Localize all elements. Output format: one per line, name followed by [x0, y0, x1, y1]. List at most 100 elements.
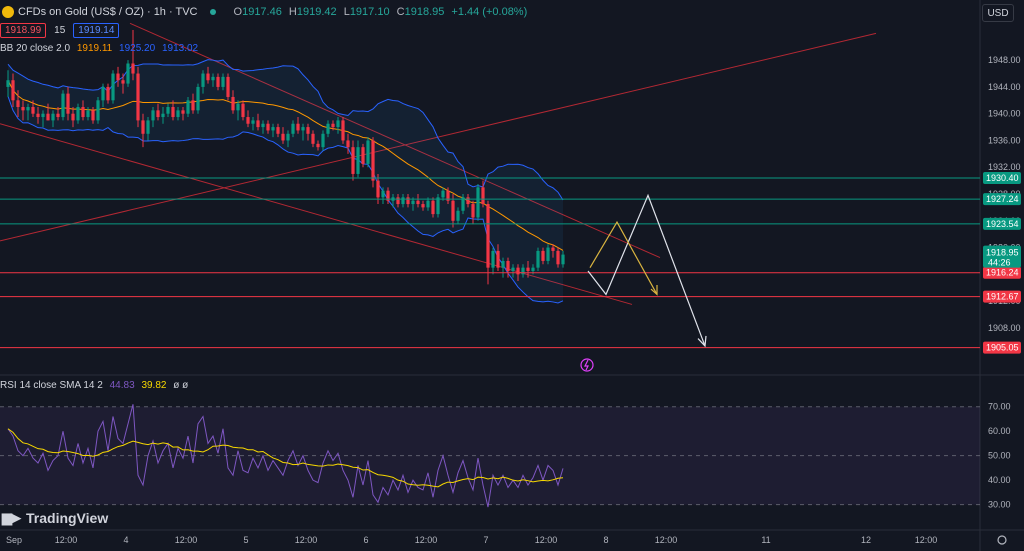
last-price-label: 1918.95	[986, 248, 1019, 258]
lightning-glyph	[584, 359, 589, 371]
currency-selector[interactable]: USD	[982, 4, 1014, 22]
candle-body	[401, 197, 405, 205]
candle-body	[296, 123, 300, 131]
rsi-legend[interactable]: RSI 14 close SMA 14 2 44.83 39.82 ø ø	[0, 380, 188, 391]
candle-body	[476, 187, 480, 218]
candle-body	[171, 107, 175, 118]
candle-body	[151, 110, 155, 121]
candle-body	[51, 113, 55, 121]
level-label: 1916.24	[986, 268, 1019, 278]
candle-body	[6, 80, 10, 87]
candle-body	[411, 200, 415, 205]
candle-body	[346, 140, 350, 148]
candle-body	[456, 210, 460, 221]
brand-name: TradingView	[26, 510, 109, 526]
candle-body	[66, 93, 70, 114]
candle-body	[371, 140, 375, 181]
candle-body	[176, 110, 180, 118]
candle-body	[331, 123, 335, 128]
rsi-sma-value: 39.82	[141, 380, 167, 391]
bb-basis-value: 1919.11	[76, 43, 113, 54]
price-tick-label: 1948.00	[988, 55, 1021, 65]
candle-body	[61, 93, 65, 118]
candle-body	[216, 76, 220, 87]
price-tick-label: 1944.00	[988, 82, 1021, 92]
time-tick-label: Sep	[6, 535, 22, 545]
candle-body	[141, 120, 145, 134]
level-label: 1905.05	[986, 343, 1019, 353]
tradingview-logo-icon: ▆▶	[2, 510, 21, 525]
chart-svg[interactable]: 1948.001944.001940.001936.001932.001928.…	[0, 0, 1024, 551]
candle-body	[41, 113, 45, 118]
time-tick-label: 12:00	[175, 535, 198, 545]
candle-body	[226, 76, 230, 97]
candle-body	[436, 197, 440, 215]
tradingview-logo[interactable]: ▆▶ TradingView	[2, 510, 108, 526]
time-tick-label: 5	[243, 535, 248, 545]
candle-body	[466, 197, 470, 205]
candle-body	[266, 123, 270, 131]
time-tick-label: 12:00	[295, 535, 318, 545]
candle-body	[191, 100, 195, 111]
level-label: 1912.67	[986, 292, 1019, 302]
candle-body	[426, 200, 430, 208]
candle-body	[251, 120, 255, 124]
symbol-header[interactable]: CFDs on Gold (US$ / OZ) · 1h · TVC O1917…	[0, 4, 527, 20]
time-tick-label: 7	[483, 535, 488, 545]
ohlc-readout: O1917.46 H1919.42 L1917.10 C1918.95 +1.4…	[233, 6, 528, 18]
candle-body	[416, 200, 420, 205]
candle-body	[501, 260, 505, 268]
settings-icon[interactable]	[997, 535, 1007, 545]
candle-body	[196, 86, 200, 111]
candle-body	[511, 267, 515, 271]
candle-body	[321, 133, 325, 148]
candle-body	[146, 120, 150, 134]
chart-root: 1948.001944.001940.001936.001932.001928.…	[0, 0, 1024, 551]
bb-fill	[8, 59, 563, 303]
time-tick-label: 12:00	[55, 535, 78, 545]
bb-upper-value: 1925.20	[119, 43, 156, 54]
candle-body	[56, 113, 60, 118]
candle-body	[546, 247, 550, 261]
candle-body	[291, 123, 295, 134]
rsi-tick-label: 50.00	[988, 451, 1011, 461]
candle-body	[471, 204, 475, 218]
candle-body	[526, 267, 530, 271]
candle-body	[111, 73, 115, 101]
time-tick-label: 8	[603, 535, 608, 545]
candle-body	[71, 113, 75, 121]
time-tick-label: 12:00	[415, 535, 438, 545]
sell-button[interactable]: 1918.99	[0, 22, 47, 38]
bb-legend[interactable]: BB 20 close 2.0 1919.11 1925.20 1913.02	[0, 43, 202, 54]
rsi-tick-label: 60.00	[988, 426, 1011, 436]
buy-button[interactable]: 1919.14	[73, 22, 120, 38]
market-open-icon	[209, 9, 216, 15]
candle-body	[431, 200, 435, 215]
candle-body	[361, 147, 365, 164]
price-tick-label: 1936.00	[988, 135, 1021, 145]
candle-body	[31, 107, 35, 114]
candle-body	[131, 63, 135, 74]
candle-body	[336, 120, 340, 128]
candle-body	[16, 100, 20, 108]
symbol-title[interactable]: CFDs on Gold (US$ / OZ) · 1h · TVC	[18, 6, 198, 18]
candle-body	[271, 127, 275, 131]
candle-body	[91, 110, 95, 121]
candle-body	[281, 133, 285, 141]
level-label: 1930.40	[986, 173, 1019, 183]
bb-label: BB 20 close 2.0	[0, 43, 71, 54]
bb-lower-value: 1913.02	[161, 43, 199, 54]
rsi-value: 44.83	[109, 380, 135, 391]
candle-body	[181, 110, 185, 114]
level-label: 1923.54	[986, 219, 1019, 229]
candle-body	[186, 100, 190, 114]
candle-body	[261, 123, 265, 128]
candle-body	[156, 110, 160, 118]
candle-body	[231, 96, 235, 111]
candle-body	[301, 127, 305, 131]
candle-body	[396, 197, 400, 205]
candle-body	[236, 103, 240, 111]
candle-body	[451, 200, 455, 221]
time-tick-label: 12:00	[535, 535, 558, 545]
candle-body	[556, 250, 560, 265]
